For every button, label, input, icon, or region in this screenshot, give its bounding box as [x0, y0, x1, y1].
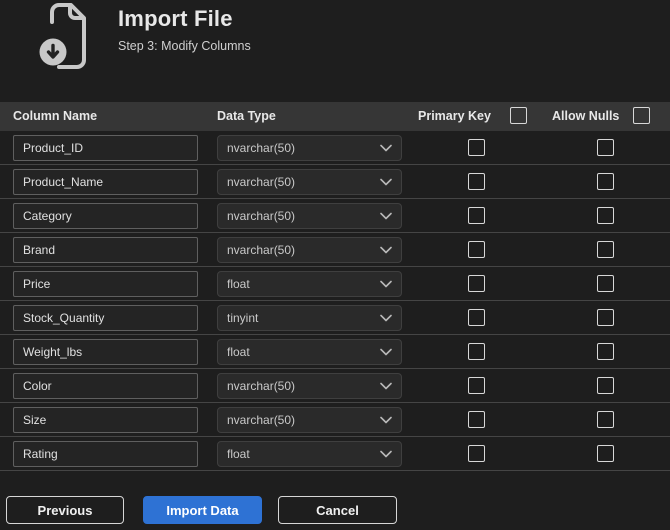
- table-row: float: [0, 335, 670, 369]
- data-type-dropdown[interactable]: nvarchar(50): [217, 203, 402, 229]
- allow-nulls-checkbox[interactable]: [597, 445, 614, 462]
- data-type-dropdown[interactable]: nvarchar(50): [217, 373, 402, 399]
- column-name-input[interactable]: [13, 203, 198, 229]
- data-type-dropdown[interactable]: nvarchar(50): [217, 169, 402, 195]
- chevron-down-icon: [380, 280, 392, 288]
- chevron-down-icon: [380, 348, 392, 356]
- step-subtitle: Step 3: Modify Columns: [118, 39, 251, 53]
- data-type-dropdown[interactable]: nvarchar(50): [217, 135, 402, 161]
- table-row: nvarchar(50): [0, 131, 670, 165]
- allow-nulls-checkbox[interactable]: [597, 309, 614, 326]
- table-row: nvarchar(50): [0, 369, 670, 403]
- column-name-input[interactable]: [13, 169, 198, 195]
- allow-nulls-checkbox[interactable]: [597, 377, 614, 394]
- table-row: tinyint: [0, 301, 670, 335]
- allow-nulls-checkbox[interactable]: [597, 343, 614, 360]
- column-name-input[interactable]: [13, 339, 198, 365]
- column-name-input[interactable]: [13, 237, 198, 263]
- previous-button[interactable]: Previous: [6, 496, 124, 524]
- table-row: nvarchar(50): [0, 165, 670, 199]
- chevron-down-icon: [380, 450, 392, 458]
- cancel-button[interactable]: Cancel: [278, 496, 397, 524]
- chevron-down-icon: [380, 314, 392, 322]
- data-type-value: float: [227, 345, 250, 359]
- allow-nulls-select-all-checkbox[interactable]: [633, 107, 650, 124]
- allow-nulls-checkbox[interactable]: [597, 411, 614, 428]
- column-name-input[interactable]: [13, 441, 198, 467]
- primary-key-checkbox[interactable]: [468, 343, 485, 360]
- primary-key-checkbox[interactable]: [468, 445, 485, 462]
- column-name-input[interactable]: [13, 135, 198, 161]
- allow-nulls-checkbox[interactable]: [597, 275, 614, 292]
- data-type-header: Data Type: [217, 109, 276, 123]
- column-name-input[interactable]: [13, 271, 198, 297]
- primary-key-checkbox[interactable]: [468, 139, 485, 156]
- data-type-value: tinyint: [227, 311, 259, 325]
- primary-key-checkbox[interactable]: [468, 173, 485, 190]
- column-name-input[interactable]: [13, 305, 198, 331]
- primary-key-checkbox[interactable]: [468, 309, 485, 326]
- page-title: Import File: [118, 6, 233, 31]
- chevron-down-icon: [380, 178, 392, 186]
- data-type-value: nvarchar(50): [227, 175, 296, 189]
- allow-nulls-checkbox[interactable]: [597, 207, 614, 224]
- data-type-dropdown[interactable]: nvarchar(50): [217, 237, 402, 263]
- chevron-down-icon: [380, 212, 392, 220]
- table-row: float: [0, 267, 670, 301]
- data-type-value: nvarchar(50): [227, 209, 296, 223]
- data-type-value: nvarchar(50): [227, 379, 296, 393]
- data-type-value: float: [227, 447, 250, 461]
- column-name-input[interactable]: [13, 407, 198, 433]
- primary-key-checkbox[interactable]: [468, 411, 485, 428]
- data-type-dropdown[interactable]: tinyint: [217, 305, 402, 331]
- data-type-dropdown[interactable]: nvarchar(50): [217, 407, 402, 433]
- table-row: nvarchar(50): [0, 233, 670, 267]
- table-row: nvarchar(50): [0, 199, 670, 233]
- data-type-value: nvarchar(50): [227, 413, 296, 427]
- data-type-dropdown[interactable]: float: [217, 441, 402, 467]
- chevron-down-icon: [380, 246, 392, 254]
- import-file-icon: [39, 3, 86, 69]
- chevron-down-icon: [380, 416, 392, 424]
- primary-key-checkbox[interactable]: [468, 207, 485, 224]
- data-type-dropdown[interactable]: float: [217, 271, 402, 297]
- allow-nulls-checkbox[interactable]: [597, 173, 614, 190]
- columns-table: nvarchar(50) nvarchar(50) nvarchar(50): [0, 131, 670, 471]
- data-type-value: nvarchar(50): [227, 141, 296, 155]
- table-header: Column Name Data Type Primary Key Allow …: [0, 102, 670, 131]
- column-name-header: Column Name: [13, 109, 98, 123]
- column-name-input[interactable]: [13, 373, 198, 399]
- allow-nulls-checkbox[interactable]: [597, 139, 614, 156]
- data-type-value: float: [227, 277, 250, 291]
- chevron-down-icon: [380, 382, 392, 390]
- allow-nulls-checkbox[interactable]: [597, 241, 614, 258]
- primary-key-header: Primary Key: [418, 109, 491, 123]
- import-file-wizard: Import File Step 3: Modify Columns Colum…: [0, 0, 670, 530]
- allow-nulls-header: Allow Nulls: [552, 109, 620, 123]
- table-row: float: [0, 437, 670, 471]
- primary-key-checkbox[interactable]: [468, 377, 485, 394]
- data-type-dropdown[interactable]: float: [217, 339, 402, 365]
- primary-key-checkbox[interactable]: [468, 241, 485, 258]
- data-type-value: nvarchar(50): [227, 243, 296, 257]
- table-row: nvarchar(50): [0, 403, 670, 437]
- chevron-down-icon: [380, 144, 392, 152]
- import-data-button[interactable]: Import Data: [143, 496, 262, 524]
- primary-key-checkbox[interactable]: [468, 275, 485, 292]
- primary-key-select-all-checkbox[interactable]: [510, 107, 527, 124]
